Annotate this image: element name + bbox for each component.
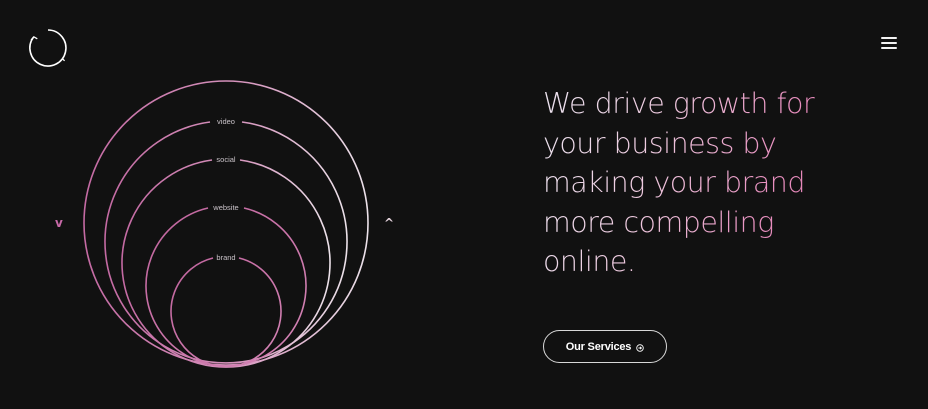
growth-rings-diagram: video social website brand bbox=[83, 80, 369, 368]
ring-label-video: video bbox=[217, 117, 235, 126]
ring-label-social: social bbox=[216, 155, 236, 164]
arrow-circle-right-icon bbox=[636, 343, 644, 352]
hero-headline: We drive growth for your business by mak… bbox=[543, 84, 903, 282]
ring-brand bbox=[170, 257, 282, 368]
headline-line: We drive growth for bbox=[543, 87, 815, 120]
ring-label-website: website bbox=[212, 203, 238, 212]
menu-bar bbox=[881, 42, 897, 44]
headline-line: online. bbox=[543, 245, 636, 278]
chevron-up-icon[interactable]: ^ bbox=[384, 217, 394, 229]
ring-website bbox=[145, 207, 307, 367]
our-services-button[interactable]: Our Services bbox=[543, 330, 667, 363]
ring-social bbox=[121, 159, 331, 368]
menu-bar bbox=[881, 47, 897, 49]
circular-arrows-logo-icon[interactable] bbox=[27, 27, 69, 69]
ring-label-brand: brand bbox=[216, 253, 235, 262]
headline-line: more compelling bbox=[543, 205, 774, 239]
our-services-label: Our Services bbox=[565, 340, 632, 353]
menu-bar bbox=[881, 37, 897, 39]
hero-page: video social website brand v ^ We drive … bbox=[0, 0, 928, 409]
headline-line: making your brand bbox=[543, 166, 805, 199]
headline-line: your business by bbox=[543, 126, 777, 160]
hamburger-menu-icon[interactable] bbox=[878, 33, 900, 53]
chevron-down-icon[interactable]: v bbox=[55, 217, 63, 229]
